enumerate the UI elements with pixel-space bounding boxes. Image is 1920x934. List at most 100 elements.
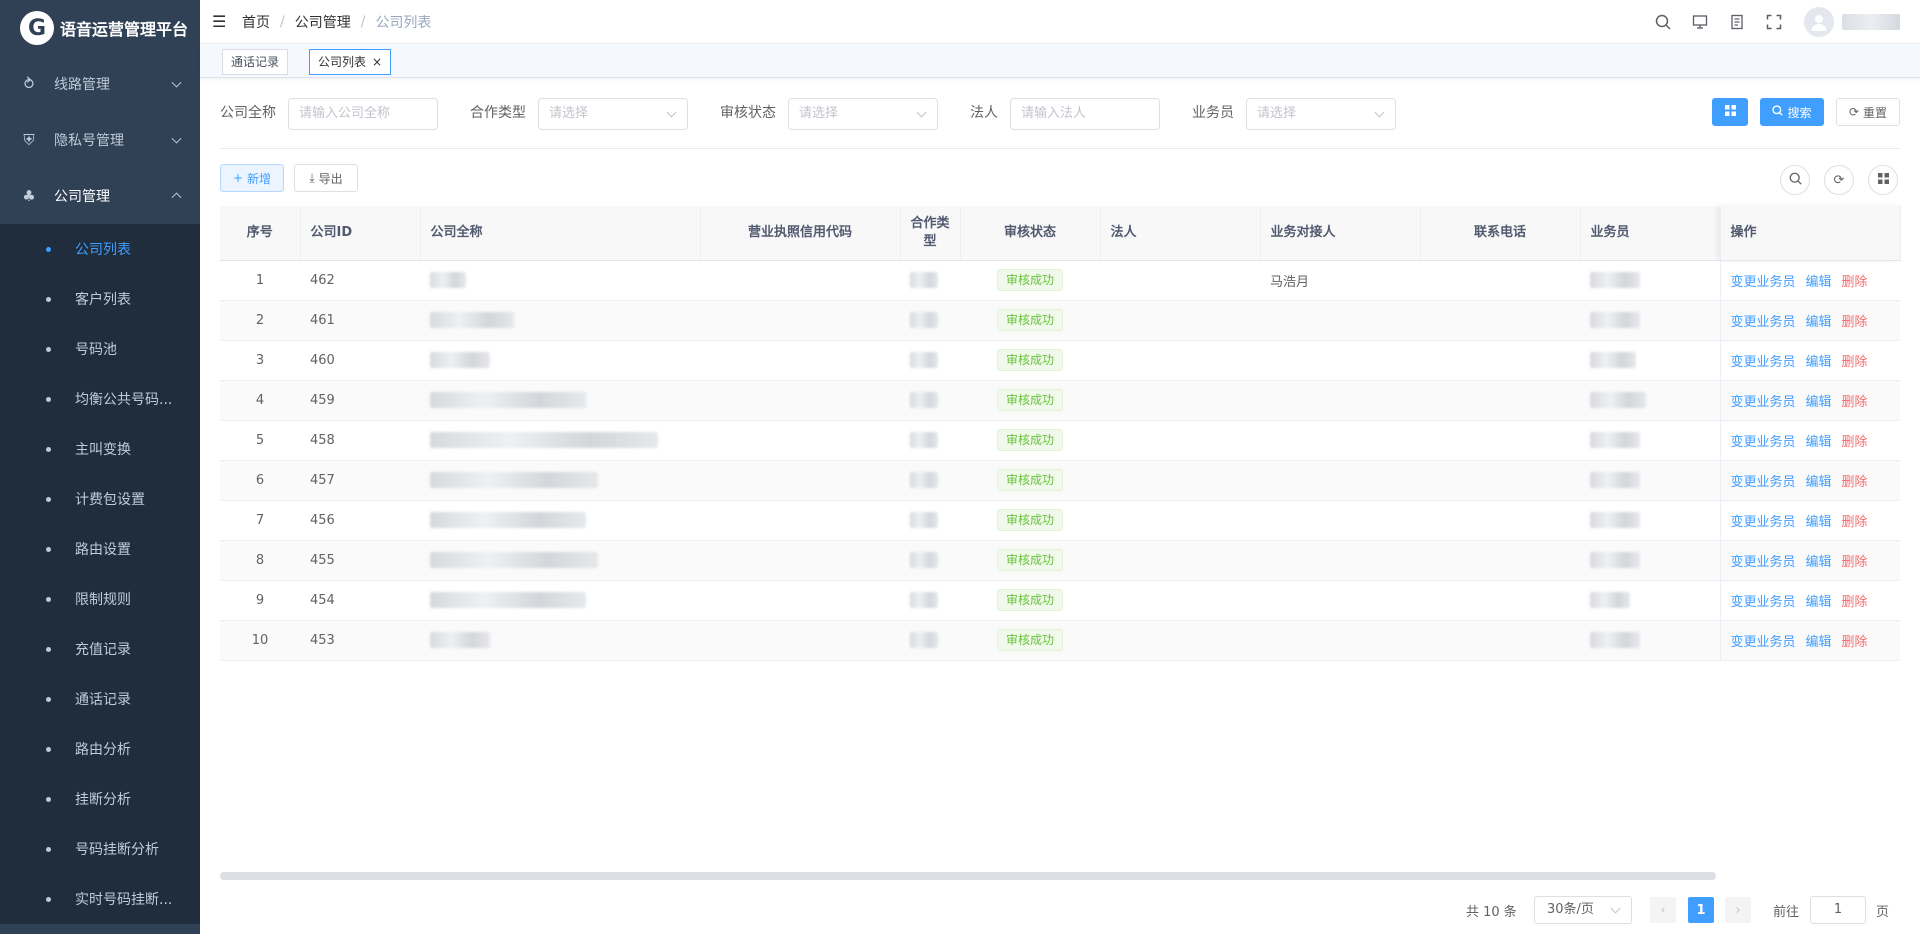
column-settings-button[interactable] bbox=[1868, 165, 1898, 195]
column-header-company-id[interactable]: 公司ID bbox=[300, 206, 421, 261]
search-button[interactable]: 搜索 bbox=[1760, 98, 1824, 126]
page-number-current[interactable]: 1 bbox=[1688, 897, 1714, 923]
cell-legal-person bbox=[1100, 580, 1260, 621]
refresh-button[interactable]: ⟳ bbox=[1824, 165, 1854, 195]
next-page-button[interactable]: › bbox=[1725, 897, 1751, 923]
bullet-icon bbox=[46, 296, 51, 302]
sidebar-item-route-settings[interactable]: 路由设置 bbox=[0, 524, 200, 574]
change-salesman-link[interactable]: 变更业务员 bbox=[1731, 315, 1796, 330]
delete-link[interactable]: 删除 bbox=[1842, 635, 1868, 650]
sidebar-item-label: 号码挂断分析 bbox=[75, 842, 159, 858]
prev-page-button[interactable]: ‹ bbox=[1650, 897, 1676, 923]
change-salesman-link[interactable]: 变更业务员 bbox=[1731, 555, 1796, 570]
edit-link[interactable]: 编辑 bbox=[1806, 355, 1832, 370]
monitor-icon[interactable] bbox=[1690, 12, 1710, 32]
plus-icon: + bbox=[232, 171, 244, 185]
change-salesman-link[interactable]: 变更业务员 bbox=[1731, 275, 1796, 290]
cell-audit-status: 审核成功 bbox=[960, 420, 1100, 461]
sidebar-item-hangup-analysis[interactable]: 挂断分析 bbox=[0, 774, 200, 824]
change-salesman-link[interactable]: 变更业务员 bbox=[1731, 435, 1796, 450]
table-horizontal-scrollbar[interactable] bbox=[220, 872, 1716, 880]
edit-link[interactable]: 编辑 bbox=[1806, 475, 1832, 490]
sidebar-item-call-records[interactable]: 通话记录 bbox=[0, 674, 200, 724]
delete-link[interactable]: 删除 bbox=[1842, 595, 1868, 610]
sidebar-menu-privacy-number[interactable]: ⛨ 隐私号管理 bbox=[0, 112, 200, 168]
coop-type-select[interactable]: 请选择 bbox=[538, 98, 688, 130]
sidebar-item-realtime-number-hangup[interactable]: 实时号码挂断... bbox=[0, 874, 200, 924]
delete-link[interactable]: 删除 bbox=[1842, 435, 1868, 450]
page-size-select[interactable]: 30条/页 bbox=[1534, 896, 1632, 924]
avatar[interactable] bbox=[1804, 7, 1834, 37]
column-header-legal-person[interactable]: 法人 bbox=[1100, 206, 1261, 261]
column-header-actions[interactable]: 操作 bbox=[1719, 206, 1901, 261]
cell-index: 10 bbox=[220, 620, 300, 661]
change-salesman-link[interactable]: 变更业务员 bbox=[1731, 475, 1796, 490]
close-icon[interactable]: × bbox=[372, 55, 382, 69]
salesman-select[interactable]: 请选择 bbox=[1246, 98, 1396, 130]
toggle-layout-button[interactable] bbox=[1712, 98, 1748, 126]
change-salesman-link[interactable]: 变更业务员 bbox=[1731, 595, 1796, 610]
column-header-coop-type[interactable]: 合作类型 bbox=[900, 206, 961, 261]
edit-link[interactable]: 编辑 bbox=[1806, 595, 1832, 610]
search-icon[interactable] bbox=[1653, 12, 1673, 32]
delete-link[interactable]: 删除 bbox=[1842, 515, 1868, 530]
toggle-search-button[interactable] bbox=[1780, 165, 1810, 195]
delete-link[interactable]: 删除 bbox=[1842, 555, 1868, 570]
refresh-icon: ⟳ bbox=[1848, 105, 1860, 119]
edit-link[interactable]: 编辑 bbox=[1806, 435, 1832, 450]
tag-call-records[interactable]: 通话记录 bbox=[222, 49, 289, 75]
change-salesman-link[interactable]: 变更业务员 bbox=[1731, 515, 1796, 530]
edit-link[interactable]: 编辑 bbox=[1806, 515, 1832, 530]
cell-contact bbox=[1260, 300, 1420, 341]
reset-button[interactable]: ⟳ 重置 bbox=[1836, 98, 1900, 126]
legal-person-input[interactable]: 请输入法人 bbox=[1010, 98, 1160, 130]
change-salesman-link[interactable]: 变更业务员 bbox=[1731, 395, 1796, 410]
export-button[interactable]: ⤓ 导出 bbox=[294, 164, 358, 192]
sidebar-item-route-analysis[interactable]: 路由分析 bbox=[0, 724, 200, 774]
sidebar-item-billing-package[interactable]: 计费包设置 bbox=[0, 474, 200, 524]
fullscreen-icon[interactable] bbox=[1764, 12, 1784, 32]
username-redacted[interactable] bbox=[1842, 14, 1900, 30]
add-button[interactable]: + 新增 bbox=[220, 164, 284, 192]
company-name-input[interactable]: 请输入公司全称 bbox=[288, 98, 438, 130]
chevron-left-icon: ‹ bbox=[1660, 902, 1666, 918]
redacted-text bbox=[1590, 432, 1640, 448]
delete-link[interactable]: 删除 bbox=[1842, 315, 1868, 330]
document-icon[interactable] bbox=[1727, 12, 1747, 32]
cell-audit-status: 审核成功 bbox=[960, 580, 1100, 621]
sidebar-item-number-hangup-analysis[interactable]: 号码挂断分析 bbox=[0, 824, 200, 874]
column-header-contact[interactable]: 业务对接人 bbox=[1260, 206, 1421, 261]
sidebar-item-restriction-rules[interactable]: 限制规则 bbox=[0, 574, 200, 624]
delete-link[interactable]: 删除 bbox=[1842, 355, 1868, 370]
sidebar-menu-lines[interactable]: ⥁ 线路管理 bbox=[0, 56, 200, 112]
edit-link[interactable]: 编辑 bbox=[1806, 555, 1832, 570]
sidebar-item-company-list[interactable]: 公司列表 bbox=[0, 224, 200, 274]
breadcrumb-home[interactable]: 首页 bbox=[242, 12, 270, 32]
column-header-audit-status[interactable]: 审核状态 bbox=[960, 206, 1101, 261]
sidebar-item-balanced-public-numbers[interactable]: 均衡公共号码... bbox=[0, 374, 200, 424]
change-salesman-link[interactable]: 变更业务员 bbox=[1731, 635, 1796, 650]
sidebar-menu-company[interactable]: ♣ 公司管理 bbox=[0, 168, 200, 224]
delete-link[interactable]: 删除 bbox=[1842, 275, 1868, 290]
audit-status-select[interactable]: 请选择 bbox=[788, 98, 938, 130]
edit-link[interactable]: 编辑 bbox=[1806, 315, 1832, 330]
sidebar-item-caller-transform[interactable]: 主叫变换 bbox=[0, 424, 200, 474]
delete-link[interactable]: 删除 bbox=[1842, 475, 1868, 490]
delete-link[interactable]: 删除 bbox=[1842, 395, 1868, 410]
change-salesman-link[interactable]: 变更业务员 bbox=[1731, 355, 1796, 370]
edit-link[interactable]: 编辑 bbox=[1806, 275, 1832, 290]
menu-collapse-icon[interactable]: ☰ bbox=[212, 12, 228, 31]
edit-link[interactable]: 编辑 bbox=[1806, 635, 1832, 650]
sidebar-item-number-pool[interactable]: 号码池 bbox=[0, 324, 200, 374]
app-logo[interactable]: G 语音运营管理平台 bbox=[0, 0, 200, 56]
column-header-company-name[interactable]: 公司全称 bbox=[420, 206, 701, 261]
goto-page-input[interactable]: 1 bbox=[1810, 896, 1866, 924]
column-header-salesman[interactable]: 业务员 bbox=[1580, 206, 1721, 261]
sidebar-item-recharge-records[interactable]: 充值记录 bbox=[0, 624, 200, 674]
tag-company-list[interactable]: 公司列表 × bbox=[309, 49, 392, 75]
column-header-phone[interactable]: 联系电话 bbox=[1420, 206, 1581, 261]
sidebar-item-customer-list[interactable]: 客户列表 bbox=[0, 274, 200, 324]
column-header-index[interactable]: 序号 bbox=[220, 206, 301, 261]
column-header-license-code[interactable]: 营业执照信用代码 bbox=[700, 206, 901, 261]
edit-link[interactable]: 编辑 bbox=[1806, 395, 1832, 410]
